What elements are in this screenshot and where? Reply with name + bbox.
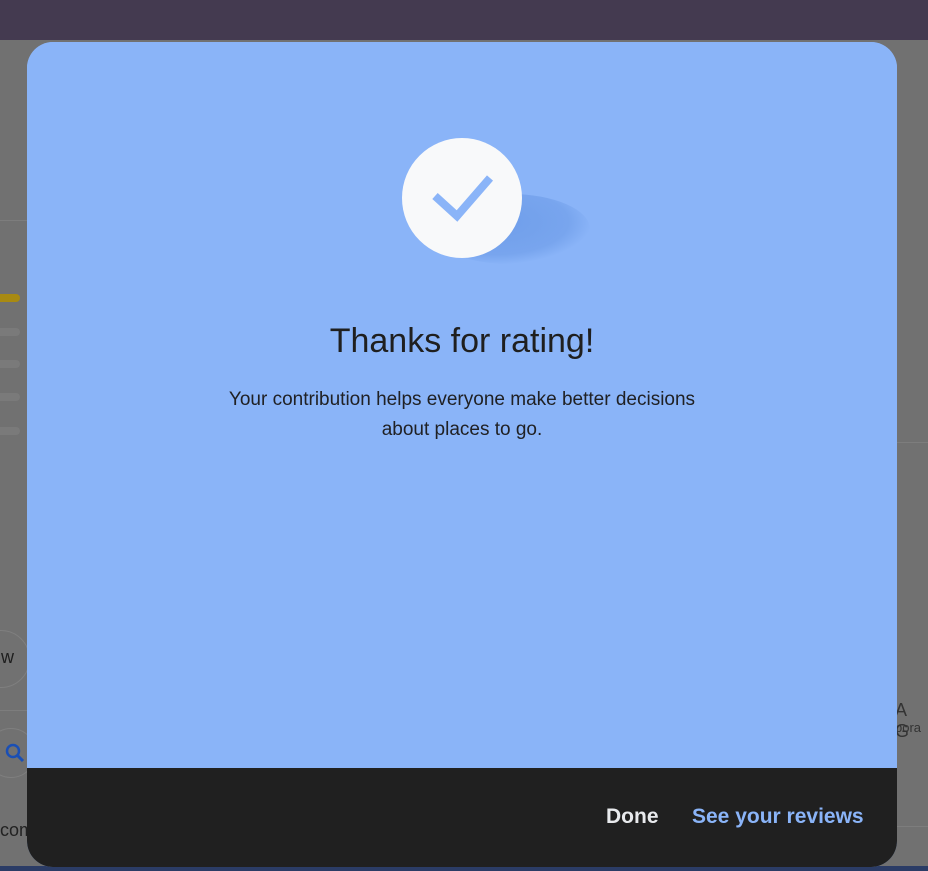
rating-bar-1	[0, 427, 20, 435]
background-button-label: w	[1, 647, 14, 667]
rating-bar-2	[0, 393, 20, 401]
divider	[0, 220, 27, 221]
browser-top-bar	[0, 0, 928, 40]
see-your-reviews-button[interactable]: See your reviews	[692, 805, 864, 829]
rating-bar-4	[0, 328, 20, 336]
rating-bar-5	[0, 294, 20, 302]
dialog-title: Thanks for rating!	[329, 322, 595, 360]
done-button[interactable]: Done	[606, 805, 659, 829]
check-circle	[402, 138, 522, 258]
success-illustration	[402, 138, 592, 268]
divider	[897, 826, 928, 827]
checkmark-icon	[432, 175, 494, 222]
dialog-message: Your contribution helps everyone make be…	[192, 385, 732, 445]
rating-confirmation-dialog: Thanks for rating! Your contribution hel…	[27, 42, 897, 867]
dialog-message-line-1: Your contribution helps everyone make be…	[228, 389, 696, 410]
divider	[897, 442, 928, 443]
divider	[0, 710, 27, 711]
rating-bar-3	[0, 360, 20, 368]
dialog-footer: Done See your reviews	[27, 768, 897, 867]
background-subtext-right: bora	[895, 720, 922, 735]
dialog-body: Thanks for rating! Your contribution hel…	[27, 42, 897, 768]
dialog-message-line-2: about places to go.	[381, 419, 543, 440]
